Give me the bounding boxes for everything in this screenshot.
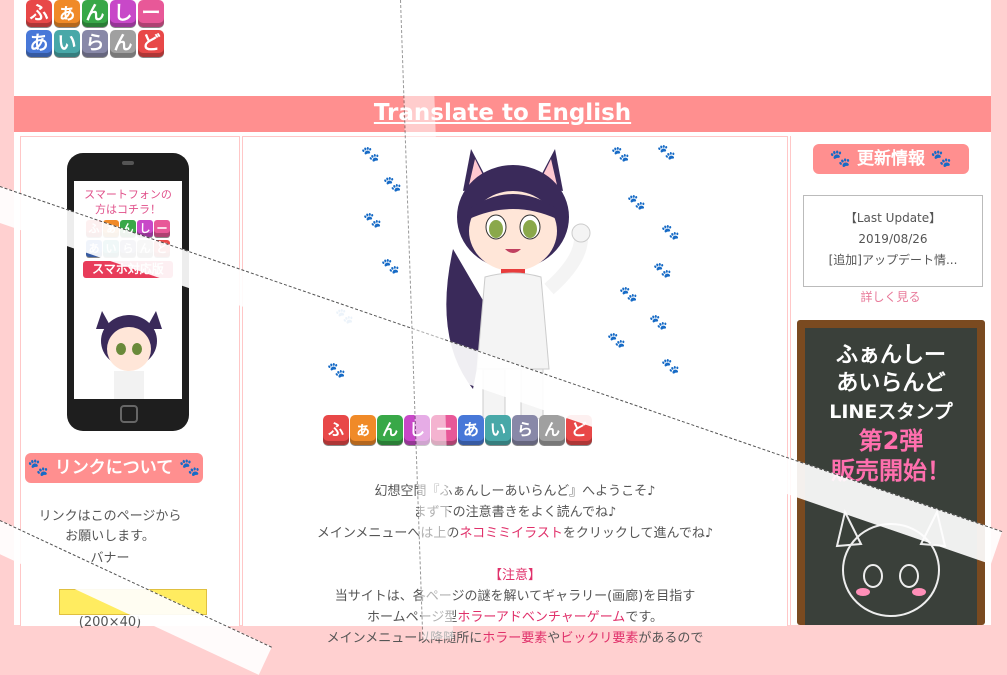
logo-tile: ら [82,30,108,57]
logo-tile: し [110,0,136,27]
paw-icon: 🐾 [657,143,676,161]
paw-icon: 🐾 [327,361,346,379]
news-box: 【Last Update】 2019/08/26 [追加]アップデート情... [803,195,983,287]
paw-icon: 🐾 [661,357,680,375]
logo-tile: ん [377,415,403,445]
paw-icon: 🐾 [649,313,668,331]
logo-tile: ー [138,0,164,27]
logo-tile: ぁ [54,0,80,27]
page-frame: ふぁんしー あいらんど Translate to English スマートフォン… [14,0,991,646]
paw-icon: 🐾 [653,261,672,279]
paw-icon: 🐾 [661,223,680,241]
paw-icon: 🐾 [361,145,380,163]
news-title: 🐾 更新情報 🐾 [813,144,969,174]
site-logo[interactable]: ふぁんしー あいらんど [26,0,202,60]
logo-tile: ん [82,0,108,27]
read-more-link[interactable]: 詳しく見る [791,288,990,305]
translate-bar: Translate to English [14,96,991,132]
phone-home-button [120,405,138,423]
phone-camera [122,161,134,165]
logo-tile: ら [512,415,538,445]
logo-tile: ー [154,220,170,237]
logo-tile: ど [138,30,164,57]
smartphone-banner[interactable]: スマートフォンの 方はコチラ！ ふぁんしー あいらんど スマホ対応版 [67,153,189,431]
logo-tile: あ [26,30,52,57]
logo-tile: ふ [26,0,52,27]
logo-tile: ぁ [350,415,376,445]
link-info-title: 🐾 リンクについて 🐾 [25,453,203,483]
header: ふぁんしー あいらんど [14,0,991,92]
intro-menu-line: メインメニューへは上のネコミミイラストをクリックして進んでね♪ [316,526,714,541]
paw-icon: 🐾 [363,211,382,229]
intro-warning-line: メインメニュー以降随所にホラー要素やビックリ要素があるので [326,631,704,646]
intro-text: 幻想空間『ふぁんしーあいらんど』へようこそ♪ まず下の注意書きをよく読んでね♪ … [243,481,787,649]
logo-tile: ん [539,415,565,445]
logo-tile: ん [110,30,136,57]
catgirl-thumbnail [96,311,162,399]
logo-tile: あ [458,415,484,445]
logo-tile: い [485,415,511,445]
smartphone-text: スマートフォンの 方はコチラ！ [84,188,172,216]
site-logo-main: ふぁんしーあいらんど [323,415,592,445]
logo-tile: い [54,30,80,57]
logo-tile: ふ [323,415,349,445]
